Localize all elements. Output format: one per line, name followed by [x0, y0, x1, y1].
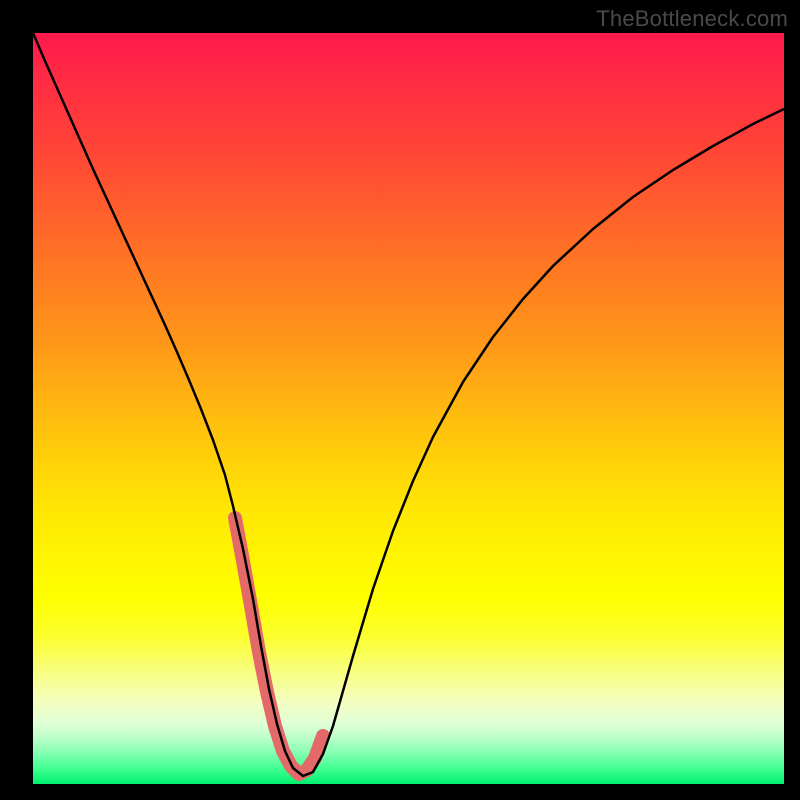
bottleneck-curve: [33, 33, 784, 776]
plot-area: [33, 33, 784, 784]
chart-frame: TheBottleneck.com: [0, 0, 800, 800]
watermark-text: TheBottleneck.com: [596, 6, 788, 32]
chart-svg: [33, 33, 784, 784]
highlight-sweet-spot: [235, 518, 323, 774]
